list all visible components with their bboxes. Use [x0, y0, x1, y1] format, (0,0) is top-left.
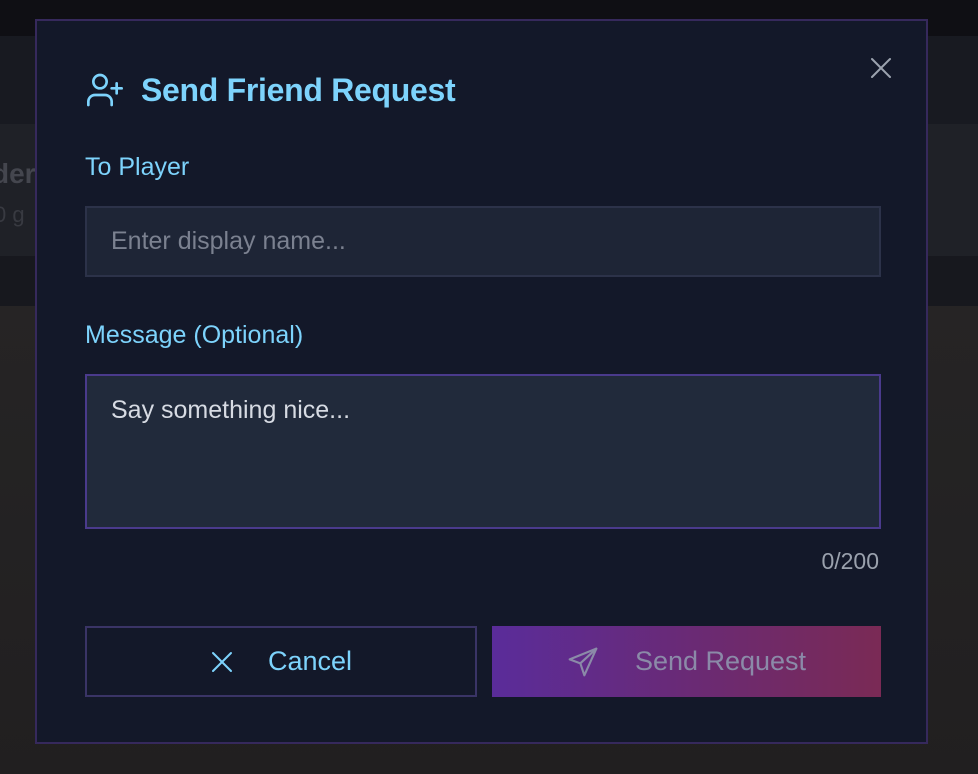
message-label: Message (Optional) — [85, 321, 304, 349]
send-icon — [567, 646, 599, 678]
send-friend-request-modal: Send Friend Request To Player Message (O… — [35, 19, 928, 744]
modal-header: Send Friend Request — [85, 69, 456, 111]
close-icon — [869, 56, 893, 85]
message-textarea[interactable] — [85, 374, 881, 529]
cancel-label: Cancel — [267, 646, 353, 676]
send-request-button[interactable]: Send Request — [492, 626, 881, 697]
character-counter: 0/200 — [821, 548, 879, 574]
send-request-label: Send Request — [634, 646, 807, 676]
cancel-button[interactable]: Cancel — [85, 626, 477, 697]
player-name-input[interactable] — [85, 206, 881, 277]
x-icon — [210, 650, 234, 674]
modal-title: Send Friend Request — [141, 71, 456, 108]
to-player-label: To Player — [85, 153, 190, 181]
user-plus-icon — [85, 70, 125, 110]
close-button[interactable] — [866, 55, 896, 85]
